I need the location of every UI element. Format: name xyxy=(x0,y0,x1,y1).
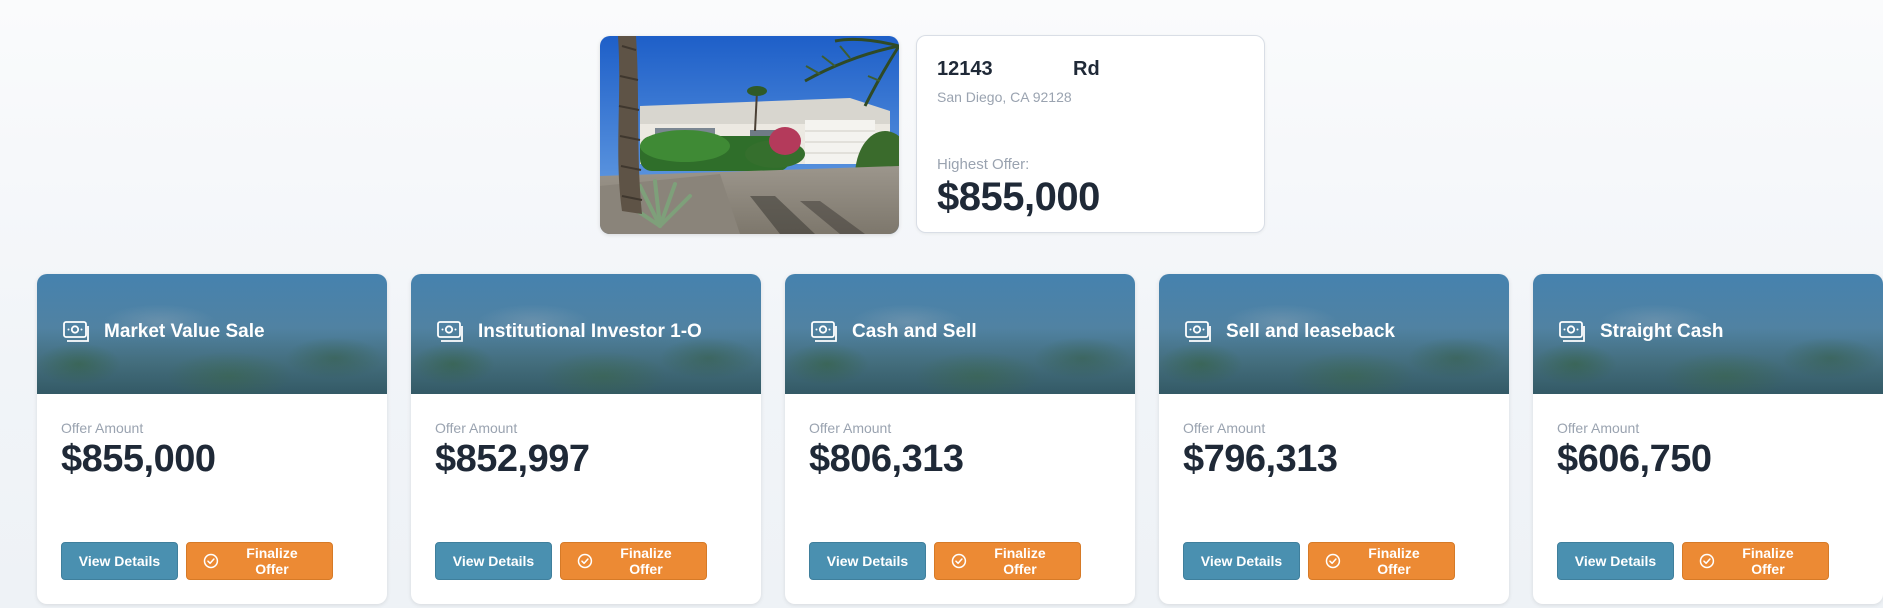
offer-title: Sell and leaseback xyxy=(1226,321,1395,342)
highest-offer-label: Highest Offer: xyxy=(937,156,1030,173)
offer-card-header: Institutional Investor 1-O xyxy=(411,274,761,394)
highest-offer-value: $855,000 xyxy=(937,175,1100,219)
finalize-offer-button[interactable]: Finalize Offer xyxy=(1308,542,1455,580)
offer-amount-label: Offer Amount xyxy=(1183,420,1266,436)
check-circle-icon xyxy=(577,553,593,569)
offer-amount-label: Offer Amount xyxy=(435,420,518,436)
offer-card: Market Value Sale Offer Amount $855,000 … xyxy=(37,274,387,604)
offer-title: Market Value Sale xyxy=(104,321,265,342)
view-details-label: View Details xyxy=(1200,553,1283,569)
view-details-button[interactable]: View Details xyxy=(1183,542,1300,580)
view-details-label: View Details xyxy=(452,553,535,569)
offer-amount: $606,750 xyxy=(1557,438,1712,480)
money-icon xyxy=(1185,321,1211,342)
offer-amount-label: Offer Amount xyxy=(61,420,144,436)
finalize-offer-label: Finalize Offer xyxy=(1368,545,1420,577)
property-photo xyxy=(600,36,899,234)
finalize-offer-button[interactable]: Finalize Offer xyxy=(560,542,707,580)
finalize-offer-button[interactable]: Finalize Offer xyxy=(1682,542,1829,580)
view-details-label: View Details xyxy=(1574,553,1657,569)
property-address: 12143 Rd xyxy=(937,58,1244,81)
offer-amount: $796,313 xyxy=(1183,438,1338,480)
offer-amount-label: Offer Amount xyxy=(809,420,892,436)
finalize-offer-label: Finalize Offer xyxy=(1742,545,1794,577)
offer-card-header: Sell and leaseback xyxy=(1159,274,1509,394)
view-details-button[interactable]: View Details xyxy=(1557,542,1674,580)
money-icon xyxy=(437,321,463,342)
view-details-label: View Details xyxy=(78,553,161,569)
view-details-label: View Details xyxy=(826,553,909,569)
address-street: Rd xyxy=(1073,58,1100,80)
view-details-button[interactable]: View Details xyxy=(61,542,178,580)
offer-card-header: Cash and Sell xyxy=(785,274,1135,394)
money-icon xyxy=(811,321,837,342)
property-summary-card: 12143 Rd San Diego, CA 92128 Highest Off… xyxy=(916,35,1265,233)
offer-title: Institutional Investor 1-O xyxy=(478,321,702,342)
money-icon xyxy=(1559,321,1585,342)
finalize-offer-label: Finalize Offer xyxy=(246,545,298,577)
offer-card: Straight Cash Offer Amount $606,750 View… xyxy=(1533,274,1883,604)
offer-amount: $806,313 xyxy=(809,438,964,480)
check-circle-icon xyxy=(1325,553,1341,569)
offer-title: Cash and Sell xyxy=(852,321,977,342)
address-number: 12143 xyxy=(937,58,993,80)
offer-card: Sell and leaseback Offer Amount $796,313… xyxy=(1159,274,1509,604)
offer-card-header: Straight Cash xyxy=(1533,274,1883,394)
offer-title: Straight Cash xyxy=(1600,321,1724,342)
money-icon xyxy=(63,321,89,342)
view-details-button[interactable]: View Details xyxy=(809,542,926,580)
offer-amount-label: Offer Amount xyxy=(1557,420,1640,436)
offer-card-header: Market Value Sale xyxy=(37,274,387,394)
offer-amount: $855,000 xyxy=(61,438,216,480)
finalize-offer-label: Finalize Offer xyxy=(994,545,1046,577)
finalize-offer-button[interactable]: Finalize Offer xyxy=(934,542,1081,580)
property-city: San Diego, CA 92128 xyxy=(937,89,1072,105)
offer-amount: $852,997 xyxy=(435,438,590,480)
check-circle-icon xyxy=(203,553,219,569)
view-details-button[interactable]: View Details xyxy=(435,542,552,580)
offer-card: Cash and Sell Offer Amount $806,313 View… xyxy=(785,274,1135,604)
check-circle-icon xyxy=(951,553,967,569)
check-circle-icon xyxy=(1699,553,1715,569)
finalize-offer-button[interactable]: Finalize Offer xyxy=(186,542,333,580)
offer-card: Institutional Investor 1-O Offer Amount … xyxy=(411,274,761,604)
finalize-offer-label: Finalize Offer xyxy=(620,545,672,577)
